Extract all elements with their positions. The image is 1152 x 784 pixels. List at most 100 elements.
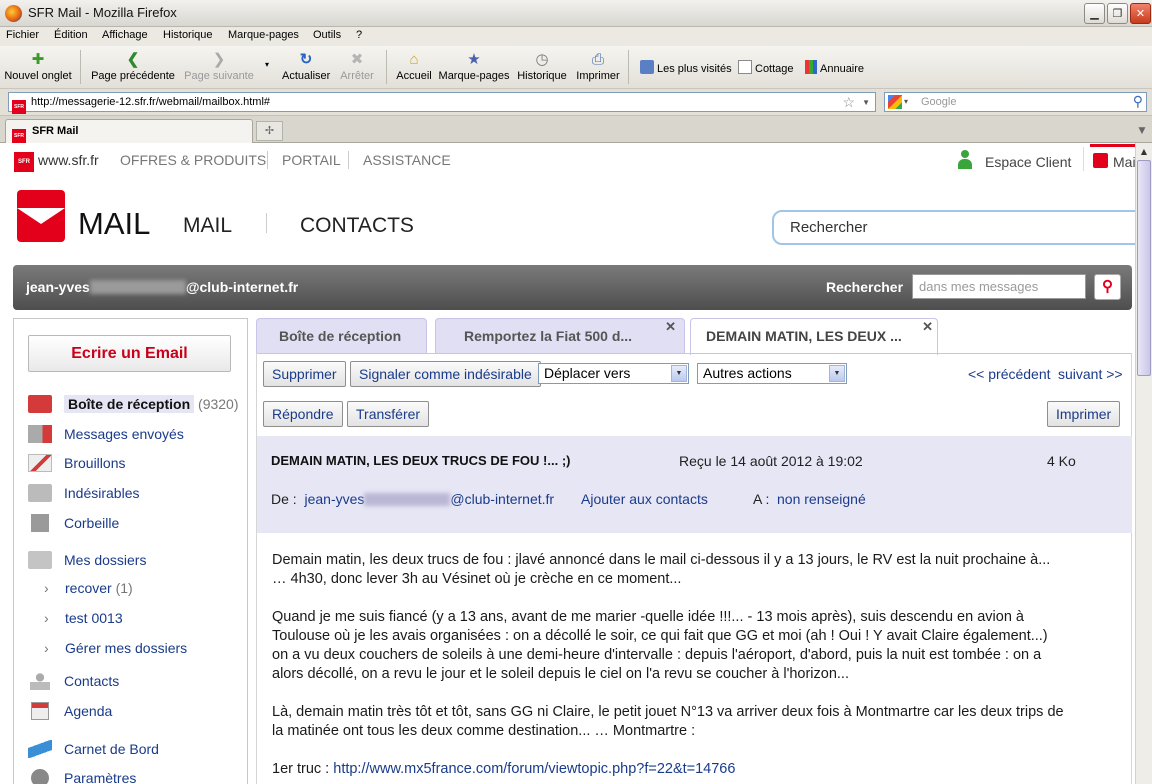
move-to-select[interactable]: Déplacer vers ▼ [538,363,689,384]
close-window-button[interactable]: ✕ [1130,3,1151,24]
mail-tab-inbox[interactable]: Boîte de réception [256,318,427,353]
next-message-link[interactable]: suivant >> [1058,366,1123,382]
first-trick-link[interactable]: http://www.mx5france.com/forum/viewtopic… [333,761,735,777]
toolbar-separator [386,50,387,84]
mail-short-link[interactable]: Mai [1113,154,1135,170]
history-dropdown-arrow[interactable]: ▾ [262,60,272,69]
nav-agenda[interactable]: Agenda [28,702,112,720]
mail-envelope-icon [1093,153,1108,168]
tab-sfr-mail[interactable]: SFR SFR Mail [5,119,253,143]
bookmarks-button[interactable]: ★ Marque-pages [438,48,510,82]
sender-address[interactable]: jean-yves @club-internet.fr [304,491,554,507]
nav-portail[interactable]: PORTAIL [282,152,341,168]
menu-fichier[interactable]: Fichier [6,29,39,41]
print-message-button[interactable]: Imprimer [1047,401,1121,427]
history-button[interactable]: ◷ Historique [517,48,567,82]
report-spam-button[interactable]: Signaler comme indésirable [350,361,541,387]
page-scrollbar[interactable]: ▲ [1135,143,1152,784]
mail-tab-fiat[interactable]: Remportez la Fiat 500 d... ✕ [435,318,685,353]
new-tab-plus-button[interactable]: ✢ [256,121,283,141]
bookmark-cottage[interactable]: Cottage [738,60,794,75]
other-actions-select[interactable]: Autres actions ▼ [697,363,847,384]
menu-outils[interactable]: Outils [313,29,341,41]
folder-drafts[interactable]: Brouillons [28,454,125,472]
espace-client-link[interactable]: Espace Client [985,154,1071,170]
message-search-label: Rechercher [826,279,904,295]
message-search-button[interactable]: ⚲ [1094,274,1121,300]
reload-icon: ↻ [299,51,313,68]
menu-affichage[interactable]: Affichage [102,29,148,41]
subfolder-recover[interactable]: recover (1) [44,580,133,596]
mail-tab-demain-matin[interactable]: DEMAIN MATIN, LES DEUX ... ✕ [690,318,938,355]
compose-button[interactable]: Ecrire un Email [28,335,231,372]
message-pane-border [1131,353,1132,784]
settings-icon [31,769,49,784]
redacted-username [89,280,186,294]
message-header: DEMAIN MATIN, LES DEUX TRUCS DE FOU !...… [257,436,1132,533]
previous-message-link[interactable]: << précédent [968,366,1051,382]
nav-contacts[interactable]: Contacts [28,672,119,690]
back-button[interactable]: ❮ Page précédente [90,48,176,82]
reload-button[interactable]: ↻ Actualiser [282,48,330,82]
nav-divider [348,151,349,169]
nav-assistance[interactable]: ASSISTANCE [363,152,451,168]
menu-marque-pages[interactable]: Marque-pages [228,29,299,41]
menu-help[interactable]: ? [356,29,362,41]
new-tab-icon: ✚ [31,51,45,68]
close-tab-icon[interactable]: ✕ [665,319,676,344]
print-button[interactable]: ⎙ Imprimer [576,48,620,82]
forward-arrow-icon: ❯ [212,51,226,68]
menu-edition[interactable]: Édition [54,29,88,41]
web-search-field[interactable]: ▾ Google ⚲ [884,92,1147,112]
message-search-input[interactable]: dans mes messages [912,274,1086,299]
window-title: SFR Mail - Mozilla Firefox [28,5,177,20]
minimize-button[interactable]: ▁ [1084,3,1105,24]
nav-carnet-de-bord[interactable]: Carnet de Bord [28,740,159,758]
bookmark-annuaire[interactable]: Annuaire [805,60,864,75]
scroll-up-arrow[interactable]: ▲ [1137,144,1151,159]
forward-message-button[interactable]: Transférer [347,401,430,427]
new-tab-button[interactable]: ✚ Nouvel onglet [4,48,72,82]
global-search-input[interactable]: Rechercher [772,210,1135,245]
tab-favicon: SFR [12,129,26,143]
home-icon: ⌂ [409,51,419,68]
navigation-toolbar: ✚ Nouvel onglet ❮ Page précédente ❯ Page… [0,46,1152,89]
section-contacts[interactable]: CONTACTS [300,214,414,238]
manage-folders-link[interactable]: Gérer mes dossiers [44,640,187,656]
url-dropdown-arrow[interactable]: ▼ [862,94,870,112]
tab-list-dropdown[interactable]: ▼ [1134,121,1150,141]
message-paragraph: Là, demain matin très tôt et tôt, sans G… [272,704,1064,739]
subfolder-test-0013[interactable]: test 0013 [44,610,123,626]
folder-sent[interactable]: Messages envoyés [28,425,184,443]
nav-offres-produits[interactable]: OFFRES & PRODUITS [120,152,266,168]
browser-tab-bar: SFR SFR Mail ✢ ▼ [0,116,1152,143]
delete-button[interactable]: Supprimer [263,361,346,387]
my-folders[interactable]: Mes dossiers [28,551,146,569]
section-mail[interactable]: MAIL [183,214,232,238]
web-search-placeholder: Google [921,96,957,108]
scrollbar-thumb[interactable] [1137,160,1151,376]
folder-trash[interactable]: Corbeille [28,514,119,532]
search-icon[interactable]: ⚲ [1133,92,1143,110]
reply-button[interactable]: Répondre [263,401,343,427]
search-engine-dropdown[interactable]: ▾ [904,93,908,111]
menu-historique[interactable]: Historique [163,29,213,41]
chevron-down-icon: ▼ [829,365,845,382]
quill-icon [28,740,52,758]
message-received-date: Reçu le 14 août 2012 à 19:02 [679,453,863,469]
nav-parametres[interactable]: Paramètres [28,769,136,784]
bookmark-most-visited[interactable]: Les plus visités [640,60,732,75]
stop-button[interactable]: ✖ Arrêter [338,48,376,82]
page-icon [738,60,752,74]
address-field[interactable]: SFR http://messagerie-12.sfr.fr/webmail/m… [8,92,876,114]
home-button[interactable]: ⌂ Accueil [396,48,432,82]
folder-spam[interactable]: Indésirables [28,484,140,502]
maximize-button[interactable]: ❐ [1107,3,1128,24]
nav-sfr-home[interactable]: www.sfr.fr [38,152,99,168]
close-tab-icon[interactable]: ✕ [922,319,933,344]
forward-button[interactable]: ❯ Page suivante [182,48,256,82]
folder-inbox[interactable]: Boîte de réception (9320) [28,395,239,413]
message-paragraph: Quand je me suis fiancé (y a 13 ans, ava… [272,609,1048,682]
bookmark-star-icon[interactable]: ☆ [842,93,855,111]
add-to-contacts-link[interactable]: Ajouter aux contacts [581,491,708,507]
